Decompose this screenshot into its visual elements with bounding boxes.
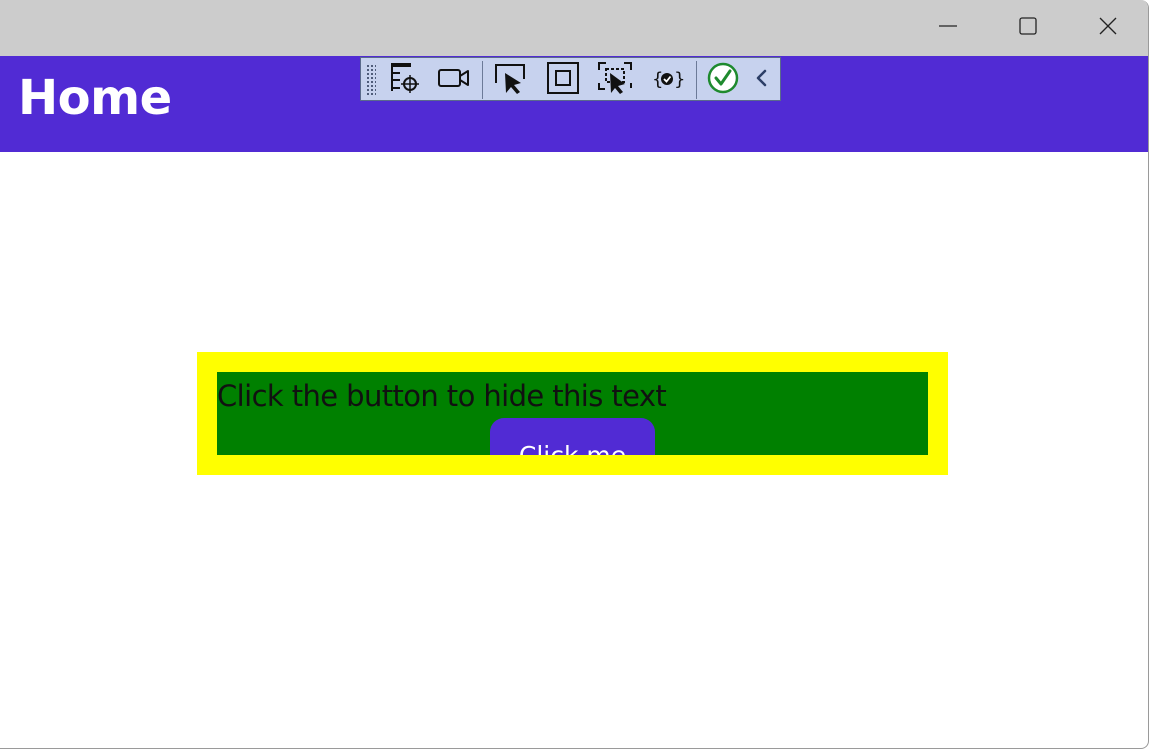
select-element-icon xyxy=(493,61,527,99)
minimize-button[interactable] xyxy=(908,0,988,52)
go-to-live-visual-tree-icon xyxy=(388,61,422,99)
maximize-icon xyxy=(1018,16,1038,36)
xaml-debug-toolbar: { } xyxy=(360,57,781,101)
svg-text:}: } xyxy=(674,69,684,90)
click-me-button[interactable]: Click me xyxy=(490,418,655,455)
hot-reload-status-check-icon xyxy=(707,62,739,98)
record-icon xyxy=(437,61,471,99)
toolbar-separator xyxy=(696,61,697,99)
app-window: Home Click the button to hide this text … xyxy=(0,0,1149,749)
hide-text-label: Click the button to hide this text xyxy=(217,379,667,413)
record-button[interactable] xyxy=(436,62,472,98)
binding-failures-button[interactable]: { } xyxy=(649,62,685,98)
toolbar-drag-grip[interactable] xyxy=(366,64,376,96)
toolbar-separator xyxy=(482,61,483,99)
close-button[interactable] xyxy=(1068,0,1148,52)
display-layout-adorners-icon xyxy=(546,61,580,99)
display-layout-adorners-button[interactable] xyxy=(545,62,581,98)
close-icon xyxy=(1098,16,1118,36)
track-focus-icon xyxy=(597,61,633,99)
select-element-button[interactable] xyxy=(492,62,528,98)
go-to-live-visual-tree-button[interactable] xyxy=(387,62,423,98)
collapse-toolbar-button[interactable] xyxy=(748,62,776,98)
minimize-icon xyxy=(938,16,958,36)
track-focus-button[interactable] xyxy=(597,62,633,98)
hot-reload-status-button[interactable] xyxy=(705,62,741,98)
outer-yellow-border: Click the button to hide this text Click… xyxy=(197,352,948,475)
maximize-button[interactable] xyxy=(988,0,1068,52)
inner-green-panel: Click the button to hide this text Click… xyxy=(217,372,928,455)
collapse-chevron-icon xyxy=(754,66,770,94)
page-title: Home xyxy=(18,70,172,126)
binding-failures-icon: { } xyxy=(650,61,685,99)
title-bar[interactable] xyxy=(0,0,1148,56)
